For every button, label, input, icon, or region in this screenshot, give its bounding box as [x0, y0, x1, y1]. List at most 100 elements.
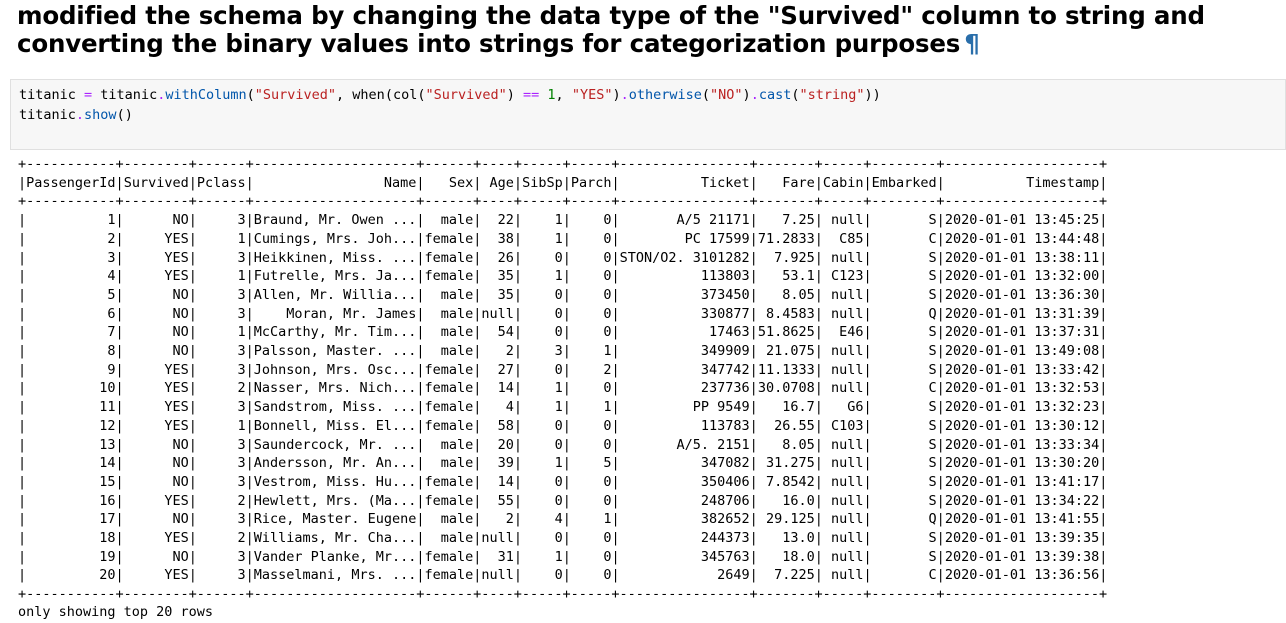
table-cell: Masselmani, Mrs. ... [253, 567, 417, 584]
table-cell: 1 [196, 417, 246, 434]
table-cell: 347742 [619, 361, 750, 378]
table-cell: S [871, 399, 937, 416]
table-cell: 53.1 [757, 268, 815, 285]
table-cell: null [822, 548, 864, 565]
code-token: ( [701, 87, 711, 103]
table-cell: S [871, 286, 937, 303]
table-cell: 0 [570, 230, 612, 247]
table-cell: Saundercock, Mr. ... [253, 436, 417, 453]
table-cell: 7.225 [757, 567, 815, 584]
table-cell: 11.1333 [757, 361, 815, 378]
code-token: ( [246, 87, 255, 103]
table-cell: NO [123, 343, 189, 360]
table-cell: male [424, 212, 474, 229]
code-token: show [84, 107, 117, 123]
table-cell: NO [123, 436, 189, 453]
markdown-heading: modified the schema by changing the data… [17, 2, 1279, 58]
code-token: withColumn [165, 87, 247, 103]
table-cell: 0 [570, 436, 612, 453]
table-cell: Hewlett, Mrs. (Ma... [253, 492, 417, 509]
table-cell: 18 [26, 530, 116, 547]
table-cell: 29.125 [757, 511, 815, 528]
table-row: | 16| YES| 2|Hewlett, Mrs. (Ma...|female… [18, 492, 1108, 509]
code-token: "YES" [571, 87, 613, 103]
code-editor[interactable]: titanic = titanic.withColumn("Survived",… [19, 85, 881, 125]
table-cell: 3 [196, 305, 246, 322]
table-cell: Cumings, Mrs. Joh... [253, 230, 417, 247]
table-cell: null [481, 567, 514, 584]
table-cell: 5 [570, 455, 612, 472]
table-cell: 14 [26, 455, 116, 472]
table-cell: 8 [26, 343, 116, 360]
table-cell: 347082 [619, 455, 750, 472]
table-cell: 0 [522, 286, 563, 303]
column-header: Parch [570, 174, 612, 191]
code-token: ) [742, 87, 751, 103]
table-cell: 113783 [619, 417, 750, 434]
table-cell: 0 [570, 380, 612, 397]
table-cell: Andersson, Mr. An... [253, 455, 417, 472]
table-cell: 2020-01-01 13:39:38 [944, 548, 1100, 565]
table-cell: 3 [26, 249, 116, 266]
table-cell: C103 [822, 417, 864, 434]
table-cell: 0 [570, 548, 612, 565]
table-cell: 2020-01-01 13:49:08 [944, 343, 1100, 360]
table-cell: 3 [196, 399, 246, 416]
code-input-cell[interactable]: titanic = titanic.withColumn("Survived",… [10, 79, 1286, 150]
code-token: "Survived" [254, 87, 337, 103]
code-token: , [555, 87, 572, 103]
table-cell: Palsson, Master. ... [253, 343, 417, 360]
table-cell: C [871, 567, 937, 584]
table-cell: female [424, 268, 474, 285]
table-row: | 15| NO| 3|Vestrom, Miss. Hu...|female|… [18, 473, 1108, 490]
table-cell: 2020-01-01 13:32:00 [944, 268, 1100, 285]
code-token: otherwise [628, 87, 702, 103]
table-cell: Williams, Mr. Cha... [253, 530, 417, 547]
table-cell: 16.7 [757, 399, 815, 416]
table-cell: 3 [196, 548, 246, 565]
table-cell: S [871, 249, 937, 266]
code-token: ) [612, 87, 621, 103]
code-token: ) [506, 87, 523, 103]
table-cell: 4 [522, 511, 563, 528]
table-cell: YES [123, 361, 189, 378]
table-cell: 8.05 [757, 436, 815, 453]
output-footer: only showing top 20 rows [18, 604, 214, 620]
table-cell: 71.2833 [757, 230, 815, 247]
table-row: | 12| YES| 1|Bonnell, Miss. El...|female… [18, 417, 1108, 434]
table-cell: female [424, 380, 474, 397]
table-cell: 3 [196, 361, 246, 378]
code-token: )) [864, 87, 881, 103]
table-cell: 16.0 [757, 492, 815, 509]
table-cell: male [424, 324, 474, 341]
table-cell: 7.925 [757, 249, 815, 266]
table-cell: S [871, 361, 937, 378]
table-cell: NO [123, 548, 189, 565]
table-cell: 6 [26, 305, 116, 322]
table-cell: Rice, Master. Eugene [253, 511, 417, 528]
table-cell: YES [123, 417, 189, 434]
column-header: PassengerId [26, 174, 116, 191]
table-cell: 244373 [619, 530, 750, 547]
table-cell: 3 [196, 286, 246, 303]
table-cell: 0 [522, 567, 563, 584]
table-cell: 3 [196, 567, 246, 584]
table-cell: S [871, 324, 937, 341]
table-cell: female [424, 567, 474, 584]
code-token: . [75, 107, 85, 123]
table-cell: 39 [481, 455, 514, 472]
table-cell: 2649 [619, 567, 750, 584]
table-cell: 2020-01-01 13:41:17 [944, 473, 1100, 490]
table-row: | 1| NO| 3|Braund, Mr. Owen ...| male| 2… [18, 212, 1108, 229]
table-cell: 3 [196, 436, 246, 453]
table-cell: 0 [522, 436, 563, 453]
table-cell: female [424, 417, 474, 434]
table-cell: null [481, 530, 514, 547]
table-cell: Vestrom, Miss. Hu... [253, 473, 417, 490]
table-cell: 345763 [619, 548, 750, 565]
table-cell: male [424, 511, 474, 528]
anchor-link[interactable]: ¶ [964, 29, 980, 58]
table-cell: 7.25 [757, 212, 815, 229]
column-header: Pclass [196, 174, 246, 191]
table-cell: 14 [481, 380, 514, 397]
